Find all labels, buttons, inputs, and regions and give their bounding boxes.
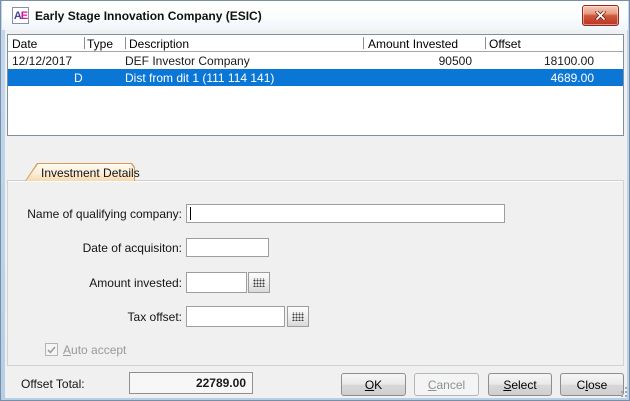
button-mnemonic: S: [503, 378, 511, 392]
esic-dialog: AE Early Stage Innovation Company (ESIC)…: [0, 0, 630, 401]
investments-grid: Date Type Description Amount Invested Of…: [7, 34, 624, 136]
column-header-description: Description: [129, 37, 189, 51]
column-separator: [485, 37, 486, 49]
select-button[interactable]: Select: [488, 373, 552, 396]
cell-description: DEF Investor Company: [125, 54, 250, 68]
amount-invested-input[interactable]: [186, 272, 247, 293]
text-caret: [190, 207, 191, 220]
checkmark-icon: [47, 346, 56, 354]
titlebar: AE Early Stage Innovation Company (ESIC): [2, 1, 628, 30]
cell-description: Dist from dit 1 (111 114 141): [125, 71, 274, 85]
button-mnemonic: C: [428, 378, 437, 392]
button-text: ancel: [436, 378, 465, 392]
column-separator: [84, 37, 85, 49]
qualifying-company-label: Name of qualifying company:: [21, 207, 182, 221]
cell-offset: 4689.00: [551, 71, 594, 85]
cancel-button[interactable]: Cancel: [414, 373, 479, 396]
auto-accept-label: Auto accept: [63, 343, 126, 357]
amount-invested-calculator-button[interactable]: [248, 272, 270, 293]
column-header-amount: Amount Invested: [368, 37, 458, 51]
app-icon: AE: [12, 7, 29, 24]
tab-investment-details[interactable]: Investment Details: [25, 163, 135, 181]
calculator-icon: [292, 312, 304, 321]
cell-offset: 18100.00: [544, 54, 594, 68]
column-header-offset: Offset: [489, 37, 521, 51]
tax-offset-label: Tax offset:: [21, 310, 182, 324]
x-icon: [595, 11, 606, 20]
button-mnemonic: O: [365, 378, 374, 392]
date-of-acquisition-label: Date of acquisiton:: [21, 241, 182, 255]
auto-accept-text: uto accept: [71, 343, 126, 357]
grid-header: Date Type Description Amount Invested Of…: [8, 35, 623, 52]
tab-label: Investment Details: [41, 166, 140, 180]
close-button[interactable]: [582, 5, 619, 26]
calculator-icon: [253, 278, 265, 287]
auto-accept-mnemonic: A: [63, 343, 71, 357]
button-text: C: [577, 378, 586, 392]
offset-total-label: Offset Total:: [21, 377, 85, 391]
qualifying-company-input[interactable]: [186, 204, 505, 223]
cell-date: 12/12/2017: [12, 54, 72, 68]
column-separator: [363, 37, 364, 49]
button-text: ose: [588, 378, 607, 392]
auto-accept-checkbox[interactable]: [45, 343, 58, 356]
tax-offset-input[interactable]: [186, 306, 285, 327]
date-of-acquisition-input[interactable]: [186, 238, 269, 257]
column-separator: [125, 37, 126, 49]
app-icon-letter-a: A: [14, 10, 21, 22]
table-row[interactable]: 12/12/2017 DEF Investor Company 90500 18…: [8, 52, 623, 69]
tax-offset-calculator-button[interactable]: [287, 306, 309, 327]
column-header-date: Date: [12, 37, 37, 51]
app-icon-letter-e: E: [21, 10, 27, 22]
offset-total-value: 22789.00: [129, 372, 253, 394]
button-text: elect: [511, 378, 536, 392]
column-header-type: Type: [87, 37, 113, 51]
button-text: K: [374, 378, 382, 392]
cell-type: D: [74, 71, 83, 85]
window-title: Early Stage Innovation Company (ESIC): [35, 9, 262, 23]
resize-grip[interactable]: [618, 386, 629, 398]
cell-amount: 90500: [439, 54, 472, 68]
table-row-selected[interactable]: D Dist from dit 1 (111 114 141) 4689.00: [8, 69, 623, 86]
ok-button[interactable]: OK: [341, 373, 406, 396]
close-dialog-button[interactable]: Close: [560, 373, 624, 396]
amount-invested-label: Amount invested:: [21, 276, 182, 290]
